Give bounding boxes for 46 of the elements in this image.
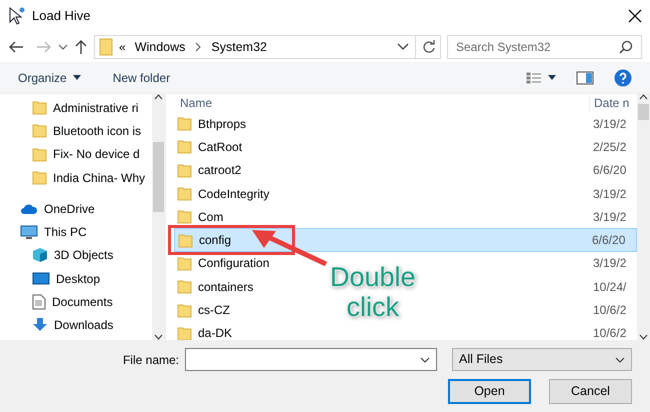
file-name[interactable]: da-DK xyxy=(174,324,232,342)
search-placeholder: Search System32 xyxy=(456,39,551,56)
address-bar[interactable]: « Windows System32 xyxy=(94,35,441,59)
sidebar-item[interactable]: Documents xyxy=(0,290,152,314)
sidebar-item[interactable]: Desktop xyxy=(0,267,152,290)
file-type-dropdown[interactable]: All Files xyxy=(452,348,632,371)
date-cell-text: 3/19/2 xyxy=(592,186,628,203)
breadcrumb-item[interactable]: Windows xyxy=(134,38,186,56)
toolbar-button[interactable]: Organize xyxy=(18,68,81,86)
sidebar-item[interactable]: Downloads xyxy=(0,314,152,337)
date-cell-text: 2/25/2 xyxy=(592,138,628,156)
sidebar-item[interactable]: Fix- No device d xyxy=(0,142,152,166)
date-cell-text: 6/6/20 xyxy=(591,232,626,250)
date-cell-text: 3/19/2 xyxy=(592,116,628,133)
file-name[interactable]: Bthprops xyxy=(174,114,246,133)
dialog-button[interactable]: Open xyxy=(448,379,531,404)
date-cell-text: 10/24/ xyxy=(592,278,628,296)
file-name[interactable]: containers xyxy=(174,278,254,296)
file-name[interactable]: Com xyxy=(174,208,224,226)
search-field[interactable]: Search System32 xyxy=(447,35,642,59)
date-cell-text: 6/6/20 xyxy=(592,162,628,180)
sidebar-item[interactable]: Bluetooth icon is xyxy=(0,119,152,143)
date-cell-text: 3/19/2 xyxy=(592,255,628,272)
file-name[interactable]: CodeIntegrity xyxy=(174,184,270,203)
dialog-button[interactable]: Cancel xyxy=(549,379,632,404)
file-name[interactable]: catroot2 xyxy=(174,161,242,180)
sidebar-item[interactable]: 3D Objects xyxy=(0,244,152,268)
date-cell-text: 10/6/2 xyxy=(592,325,628,342)
file-name[interactable]: config xyxy=(175,231,232,250)
file-name[interactable]: cs-CZ xyxy=(174,301,230,320)
column-header[interactable]: Name xyxy=(174,94,589,112)
annotation-text: Double click xyxy=(330,262,416,322)
overflow-chevrons[interactable]: « xyxy=(119,38,126,56)
field-label: File name: xyxy=(122,352,179,368)
date-cell-text: 10/6/2 xyxy=(592,302,628,320)
sidebar-item[interactable]: India China- Why xyxy=(0,166,152,190)
file-name[interactable]: CatRoot xyxy=(174,138,242,156)
sidebar-item[interactable]: This PC xyxy=(0,220,152,244)
window-title: Load Hive xyxy=(32,7,91,26)
selected-row[interactable]: config 6/6/20 xyxy=(174,228,637,252)
sidebar-item[interactable]: Administrative ri xyxy=(0,96,152,120)
toolbar-button[interactable]: New folder xyxy=(112,68,170,86)
sidebar-item[interactable]: OneDrive xyxy=(0,197,152,220)
date-cell-text: 3/19/2 xyxy=(592,208,628,226)
file-name[interactable]: Configuration xyxy=(174,254,270,272)
breadcrumb-item[interactable]: System32 xyxy=(211,38,267,56)
